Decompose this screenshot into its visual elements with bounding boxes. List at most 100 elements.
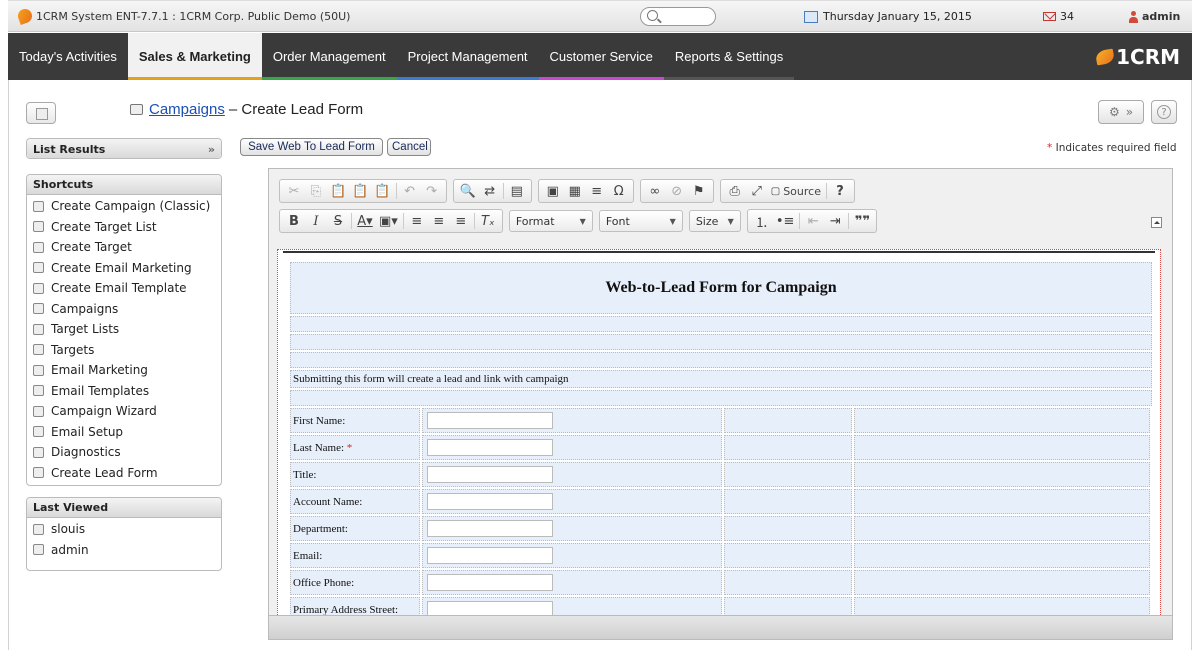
first-name-field[interactable] <box>427 412 553 429</box>
source-button[interactable]: ▢ Source <box>768 180 824 202</box>
tab-customer-service[interactable]: Customer Service <box>538 33 664 80</box>
tab-order-management[interactable]: Order Management <box>261 33 397 80</box>
numbered-list-icon[interactable]: ⒈ <box>751 210 773 232</box>
bold-icon[interactable]: B <box>283 210 305 232</box>
field-label: First Name: <box>293 414 346 427</box>
email-template-icon <box>33 282 44 294</box>
tab-project-management[interactable]: Project Management <box>396 33 539 80</box>
anchor-icon[interactable]: ⚑ <box>688 180 710 202</box>
form-field-row: Primary Address Street: <box>290 597 1152 616</box>
blockquote-icon[interactable]: ❞❞ <box>851 210 873 232</box>
shortcut-email-setup[interactable]: Email Setup <box>27 422 221 443</box>
undo-icon[interactable]: ↶ <box>399 180 421 202</box>
redo-icon[interactable]: ↷ <box>421 180 443 202</box>
mail-indicator[interactable]: 34 <box>1043 10 1074 23</box>
strikethrough-icon[interactable]: S <box>327 210 349 232</box>
shortcut-create-target-list[interactable]: Create Target List <box>27 217 221 238</box>
settings-menu-button[interactable]: ⚙» <box>1098 100 1144 124</box>
format-select[interactable]: Format ▼ <box>508 210 593 232</box>
outdent-icon[interactable]: ⇤ <box>802 210 824 232</box>
help-button[interactable]: ? <box>1151 100 1177 124</box>
form-field-row: Title: <box>290 462 1152 487</box>
page-title-text: – Create Lead Form <box>228 101 364 118</box>
account-name-field[interactable] <box>427 493 553 510</box>
field-label: Primary Address Street: <box>293 603 399 616</box>
paste-text-icon[interactable]: 📋 <box>349 180 371 202</box>
department-field[interactable] <box>427 520 553 537</box>
dropdown-arrow-icon: ▼ <box>579 216 586 226</box>
paste-icon[interactable]: 📋 <box>327 180 349 202</box>
tab-reports-settings[interactable]: Reports & Settings <box>663 33 795 80</box>
last-viewed-panel: Last Viewed slouis admin <box>26 497 222 571</box>
last-name-field[interactable] <box>427 439 553 456</box>
shortcut-create-campaign-classic[interactable]: Create Campaign (Classic) <box>27 196 221 217</box>
last-viewed-item[interactable]: slouis <box>27 519 221 540</box>
shortcut-target-lists[interactable]: Target Lists <box>27 319 221 340</box>
email-field[interactable] <box>427 547 553 564</box>
list-results-panel[interactable]: List Results» <box>26 138 222 159</box>
replace-icon[interactable]: ⇄ <box>479 180 501 202</box>
shortcut-create-target[interactable]: Create Target <box>27 237 221 258</box>
save-web-to-lead-button[interactable]: Save Web To Lead Form <box>240 138 383 156</box>
title-field[interactable] <box>427 466 553 483</box>
remove-format-icon[interactable]: Tₓ <box>477 210 499 232</box>
tab-todays-activities[interactable]: Today's Activities <box>8 33 128 80</box>
breadcrumb-campaigns-link[interactable]: Campaigns <box>149 101 225 118</box>
table-icon[interactable]: ▦ <box>564 180 586 202</box>
users-icon <box>33 544 44 556</box>
collapse-toolbar-button[interactable] <box>1151 217 1162 228</box>
align-center-icon[interactable]: ≡ <box>428 210 450 232</box>
tab-sales-marketing[interactable]: Sales & Marketing <box>127 33 262 80</box>
text-color-icon[interactable]: A▾ <box>354 210 376 232</box>
link-icon[interactable]: ∞ <box>644 180 666 202</box>
user-menu[interactable]: admin <box>1129 10 1180 23</box>
shortcut-diagnostics[interactable]: Diagnostics <box>27 442 221 463</box>
editor-content-area[interactable]: Web-to-Lead Form for Campaign Submitting… <box>277 249 1161 617</box>
image-icon[interactable]: ▣ <box>542 180 564 202</box>
unlink-icon[interactable]: ⊘ <box>666 180 688 202</box>
size-select[interactable]: Size ▼ <box>688 210 741 232</box>
shortcut-campaign-wizard[interactable]: Campaign Wizard <box>27 401 221 422</box>
app-logo-icon <box>16 7 34 25</box>
shortcut-create-email-template[interactable]: Create Email Template <box>27 278 221 299</box>
cut-icon[interactable]: ✂ <box>283 180 305 202</box>
select-all-icon[interactable]: ▤ <box>506 180 528 202</box>
global-search-input[interactable] <box>640 7 716 26</box>
editor-toolbar-row-1: ✂ ⎘ 📋 📋 📋 ↶ ↷ 🔍 ⇄ ▤ ▣ ▦ ≡ Ω ∞ ⊘ ⚑ ⎙ ⤢ ▢ … <box>279 179 861 203</box>
sidebar-toggle-button[interactable] <box>26 102 56 124</box>
email-marketing-icon <box>33 364 44 376</box>
shortcut-targets[interactable]: Targets <box>27 340 221 361</box>
shortcut-email-templates[interactable]: Email Templates <box>27 381 221 402</box>
shortcut-email-marketing[interactable]: Email Marketing <box>27 360 221 381</box>
lead-form-document: Web-to-Lead Form for Campaign Submitting… <box>290 262 1152 616</box>
bg-color-icon[interactable]: ▣▾ <box>376 210 401 232</box>
align-left-icon[interactable]: ≡ <box>406 210 428 232</box>
horizontal-rule-icon[interactable]: ≡ <box>586 180 608 202</box>
special-char-icon[interactable]: Ω <box>608 180 630 202</box>
email-setup-icon <box>33 426 44 438</box>
preview-icon[interactable]: ⎙ <box>724 180 746 202</box>
form-field-row: Email: <box>290 543 1152 568</box>
required-marker: * <box>346 441 353 454</box>
font-select[interactable]: Font ▼ <box>598 210 683 232</box>
copy-icon[interactable]: ⎘ <box>305 180 327 202</box>
expand-icon[interactable]: » <box>208 143 215 156</box>
target-list-icon <box>33 323 44 335</box>
office-phone-field[interactable] <box>427 574 553 591</box>
shortcut-create-lead-form[interactable]: Create Lead Form <box>27 463 221 484</box>
email-marketing-icon <box>33 262 44 274</box>
paste-word-icon[interactable]: 📋 <box>371 180 393 202</box>
maximize-icon[interactable]: ⤢ <box>746 180 768 202</box>
align-right-icon[interactable]: ≡ <box>450 210 472 232</box>
last-viewed-item[interactable]: admin <box>27 540 221 561</box>
cancel-button[interactable]: Cancel <box>387 138 431 156</box>
find-icon[interactable]: 🔍 <box>457 180 479 202</box>
indent-icon[interactable]: ⇥ <box>824 210 846 232</box>
help-icon[interactable]: ? <box>829 180 851 202</box>
italic-icon[interactable]: I <box>305 210 327 232</box>
bulleted-list-icon[interactable]: •≡ <box>773 210 798 232</box>
campaign-icon <box>33 303 44 315</box>
calendar-date[interactable]: Thursday January 15, 2015 <box>804 10 972 23</box>
shortcut-campaigns[interactable]: Campaigns <box>27 299 221 320</box>
shortcut-create-email-marketing[interactable]: Create Email Marketing <box>27 258 221 279</box>
